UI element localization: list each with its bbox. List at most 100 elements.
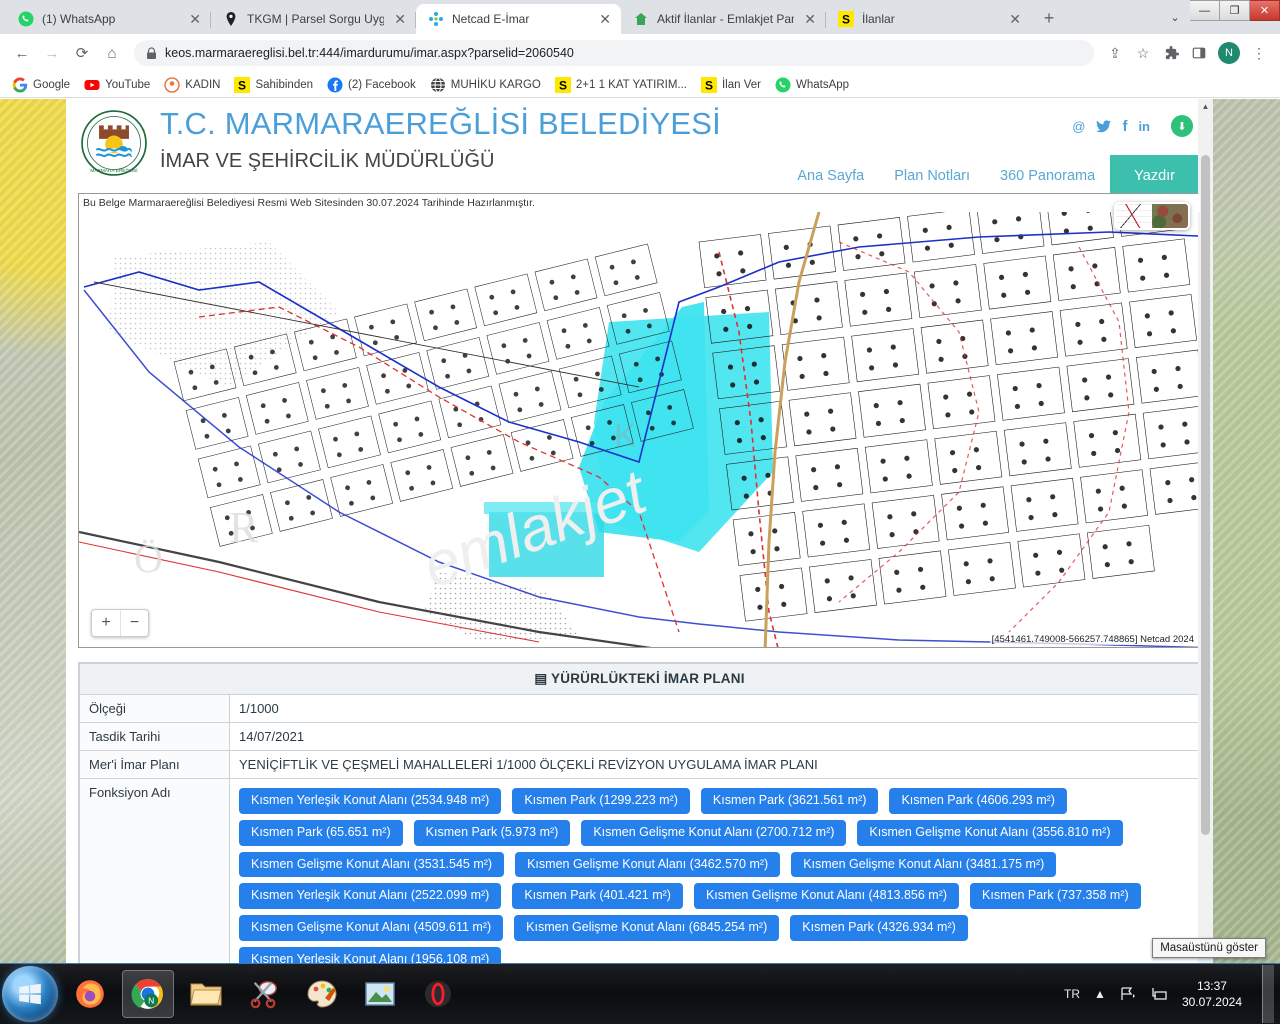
forward-button[interactable]: → [38,39,66,67]
function-badge[interactable]: Kısmen Park (5.973 m²) [413,819,571,846]
tab-search-chevron-down-icon[interactable]: ⌄ [1160,4,1190,30]
zoom-out-button[interactable]: − [120,610,148,636]
row-value-olcegi: 1/1000 [229,694,1200,723]
row-value-meri-imar-plani: YENİÇİFTLİK VE ÇEŞMELİ MAHALLELERİ 1/100… [229,750,1200,779]
tray-show-hidden-icons[interactable]: ▲ [1094,987,1106,1001]
function-badge[interactable]: Kısmen Park (4326.934 m²) [790,915,968,941]
map-attribution: [4541461.749008-566257.748865] Netcad 20… [989,634,1196,645]
bookmark-muhiku-kargo[interactable]: MUHİKU KARGO [430,77,541,93]
browser-menu-icon[interactable]: ⋮ [1246,40,1272,66]
share-icon[interactable]: ⇪ [1102,40,1128,66]
download-icon[interactable]: ⬇ [1171,115,1193,137]
function-badge[interactable]: Kısmen Gelişme Konut Alanı (3556.810 m²) [857,819,1123,846]
nav-item-yazdir[interactable]: Yazdır [1110,155,1199,197]
function-badge[interactable]: Kısmen Yerleşik Konut Alanı (2522.099 m²… [239,883,502,909]
browser-tab-emlakjet[interactable]: Aktif İlanlar - Emlakjet Pane ✕ [621,4,826,34]
nav-item-plan-notlari[interactable]: Plan Notları [879,155,985,197]
tab-close-icon[interactable]: ✕ [802,12,818,26]
function-badge[interactable]: Kısmen Yerleşik Konut Alanı (2534.948 m²… [239,788,502,814]
function-badge[interactable]: Kısmen Park (65.651 m²) [239,819,403,846]
tab-close-icon[interactable]: ✕ [597,12,613,26]
email-icon[interactable]: @ [1072,119,1085,134]
profile-avatar[interactable]: N [1218,42,1240,64]
svg-text:Ö: Ö [134,536,163,581]
bookmark-sahibinden[interactable]: S Sahibinden [234,76,313,93]
network-icon[interactable] [1150,987,1168,1001]
bookmark-ilan-ver[interactable]: S İlan Ver [700,76,761,93]
browser-tab-strip: (1) WhatsApp ✕ TKGM | Parsel Sorgu Uygul… [0,0,1280,34]
paint-icon [307,980,337,1008]
whatsapp-icon [775,77,791,92]
taskbar-photo-viewer[interactable] [354,970,406,1018]
sahibinden-icon: S [838,11,854,27]
bookmark-youtube[interactable]: YouTube [84,77,150,93]
taskbar-snipping-tool[interactable] [238,970,290,1018]
map-zoom-controls[interactable]: + − [91,609,149,637]
globe-icon [430,77,445,92]
bookmark-google[interactable]: Google [12,77,70,93]
twitter-icon[interactable] [1096,119,1112,133]
zoom-in-button[interactable]: + [92,610,120,636]
taskbar-opera[interactable] [412,970,464,1018]
start-button[interactable] [2,966,58,1022]
function-badge[interactable]: Kısmen Park (401.421 m²) [512,883,683,909]
tab-close-icon[interactable]: ✕ [1007,12,1023,26]
taskbar-firefox[interactable] [64,970,116,1018]
show-desktop-button[interactable] [1262,965,1274,1023]
function-badge[interactable]: Kısmen Gelişme Konut Alanı (3462.570 m²) [515,851,781,878]
page-scrollbar[interactable]: ▲ [1198,99,1213,963]
nav-item-360-panorama[interactable]: 360 Panorama [985,155,1110,197]
back-button[interactable]: ← [8,39,36,67]
basemap-toggle-button[interactable] [1114,202,1190,230]
new-tab-button[interactable]: + [1035,4,1063,32]
tab-title: Netcad E-İmar [452,12,530,26]
bookmark-facebook[interactable]: (2) Facebook [327,77,416,93]
table-row-functions: Fonksiyon Adı Kısmen Yerleşik Konut Alan… [79,778,1200,963]
browser-tab-ilanlar[interactable]: S İlanlar ✕ [826,4,1031,34]
header-right: @ f in ⬇ Ana Sayfa Plan Notları 360 Pano… [782,107,1199,201]
function-badge[interactable]: Kısmen Gelişme Konut Alanı (4509.611 m²) [239,915,504,941]
nav-item-ana-sayfa[interactable]: Ana Sayfa [782,155,879,197]
facebook-icon[interactable]: f [1122,118,1127,135]
minimize-button[interactable]: — [1190,0,1220,21]
browser-tab-tkgm[interactable]: TKGM | Parsel Sorgu Uygula ✕ [211,4,416,34]
function-badge[interactable]: Kısmen Park (4606.293 m²) [889,788,1067,814]
tab-close-icon[interactable]: ✕ [392,12,408,26]
tab-close-icon[interactable]: ✕ [187,12,203,26]
browser-tab-netcad-eimar[interactable]: Netcad E-İmar ✕ [416,4,621,34]
bookmark-star-icon[interactable]: ☆ [1130,40,1156,66]
location-pin-icon [226,12,236,27]
function-badge[interactable]: Kısmen Gelişme Konut Alanı (3481.175 m²) [791,851,1057,878]
function-badge[interactable]: Kısmen Park (1299.223 m²) [512,788,690,814]
taskbar-file-explorer[interactable] [180,970,232,1018]
close-button[interactable]: ✕ [1250,0,1280,21]
sahibinden-icon: S [700,76,717,93]
function-badge[interactable]: Kısmen Gelişme Konut Alanı (2700.712 m²) [581,819,847,846]
scrollbar-thumb[interactable] [1201,155,1210,835]
flag-icon[interactable] [1120,987,1136,1001]
linkedin-icon[interactable]: in [1138,119,1150,134]
scroll-up-arrow-icon[interactable]: ▲ [1198,99,1213,114]
browser-tab-whatsapp[interactable]: (1) WhatsApp ✕ [6,4,211,34]
function-badge[interactable]: Kısmen Gelişme Konut Alanı (3531.545 m²) [239,851,505,878]
taskbar-clock[interactable]: 13:37 30.07.2024 [1182,978,1242,1010]
function-badge[interactable]: Kısmen Yerleşik Konut Alanı (1956.108 m²… [239,946,502,963]
function-badge[interactable]: Kısmen Park (737.358 m²) [970,883,1141,909]
imar-map-container[interactable]: Bu Belge Marmaraereğlisi Belediyesi Resm… [78,193,1201,648]
tray-language[interactable]: TR [1064,987,1080,1001]
function-badge[interactable]: Kısmen Gelişme Konut Alanı (6845.254 m²) [514,915,780,941]
reload-button[interactable]: ⟳ [68,39,96,67]
bookmark-whatsapp[interactable]: WhatsApp [775,77,849,93]
bookmark-kadin[interactable]: KADIN [164,76,220,93]
address-bar[interactable]: keos.marmaraereglisi.bel.tr:444/imarduru… [134,40,1094,66]
map-canvas[interactable]: K R Ö [79,212,1200,647]
maximize-button[interactable]: ❐ [1220,0,1250,21]
extensions-icon[interactable] [1158,40,1184,66]
home-button[interactable]: ⌂ [98,39,126,67]
side-panel-icon[interactable] [1186,40,1212,66]
bookmark-yatirim[interactable]: S 2+1 1 KAT YATIRIM... [554,76,687,93]
taskbar-chrome[interactable]: N [122,970,174,1018]
function-badge[interactable]: Kısmen Gelişme Konut Alanı (4813.856 m²) [693,883,960,909]
taskbar-paint[interactable] [296,970,348,1018]
function-badge[interactable]: Kısmen Park (3621.561 m²) [700,788,879,814]
